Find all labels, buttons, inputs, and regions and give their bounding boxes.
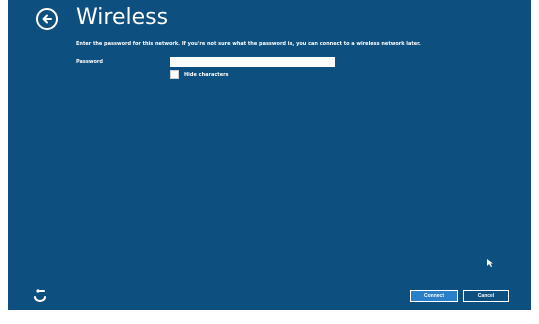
ease-of-access-icon[interactable]: [32, 288, 48, 302]
password-input[interactable]: [170, 57, 335, 67]
hide-characters-option[interactable]: Hide characters: [170, 70, 229, 79]
back-button[interactable]: [36, 8, 58, 30]
back-arrow-icon: [42, 14, 52, 24]
setup-screen: Wireless Enter the password for this net…: [8, 0, 531, 310]
cancel-button[interactable]: Cancel: [463, 290, 509, 302]
connect-button[interactable]: Connect: [410, 290, 458, 302]
instructions-text: Enter the password for this network. If …: [76, 41, 421, 47]
mouse-cursor-icon: [487, 259, 493, 267]
hide-characters-checkbox[interactable]: [170, 70, 179, 79]
page-title: Wireless: [76, 5, 169, 30]
hide-characters-label: Hide characters: [184, 71, 229, 78]
password-label: Password: [76, 59, 103, 65]
